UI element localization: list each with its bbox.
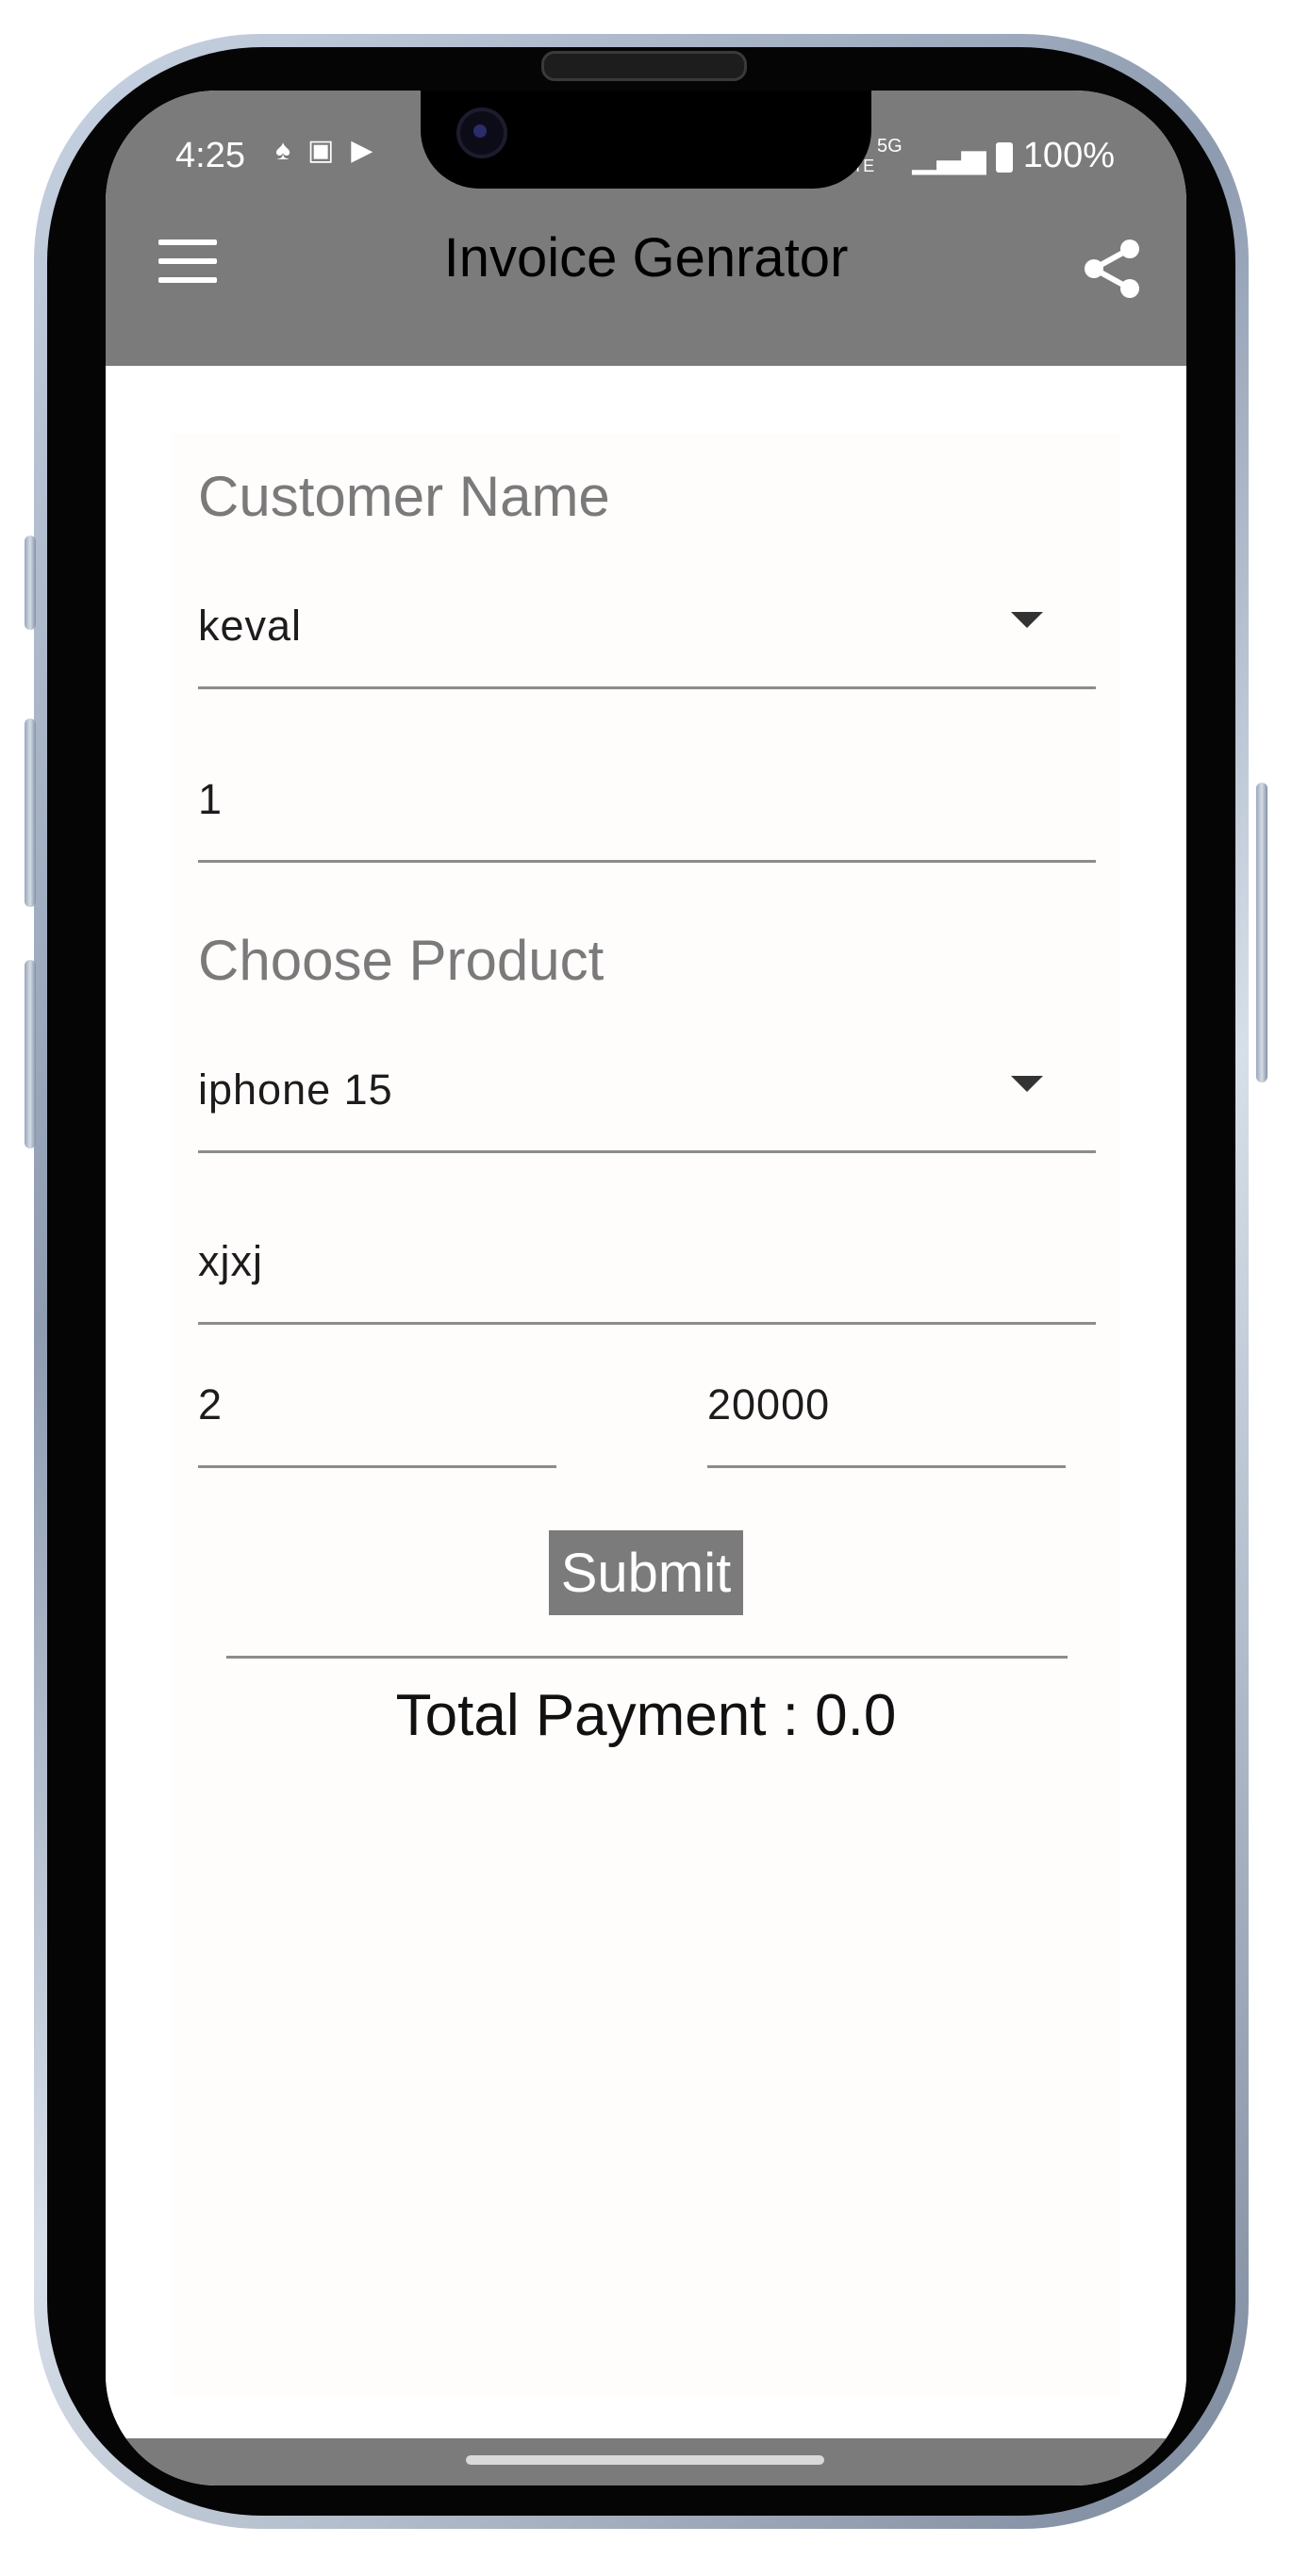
product-value: iphone 15 [198,1065,393,1114]
quantity-value: 2 [198,1380,224,1428]
volume-down-button [25,960,36,1148]
page-title: Invoice Genrator [443,227,849,289]
customer-name-label: Customer Name [198,465,610,528]
product-dropdown[interactable]: iphone 15 [198,1020,1096,1153]
customer-name-dropdown[interactable]: keval [198,556,1096,689]
divider [226,1656,1068,1659]
navigation-bar [106,2438,1186,2485]
battery-icon [996,141,1014,173]
price-value: 20000 [707,1380,831,1428]
customer-name-value: keval [198,602,303,650]
invoice-number-field[interactable]: 1 [198,734,1096,863]
battery-percent: 100% [1022,136,1115,175]
quantity-field[interactable]: 2 [198,1343,556,1468]
description-field[interactable]: xjxj [198,1196,1096,1325]
share-icon[interactable] [1079,236,1145,302]
total-payment-text: Total Payment : 0.0 [395,1683,897,1748]
youtube-icon: ▶ [351,135,390,166]
signal-label: 5G [876,136,903,157]
power-button [1256,783,1267,1082]
mute-switch [25,536,36,630]
price-field[interactable]: 20000 [707,1343,1066,1468]
signal-icon: ▁▃▅ [912,139,986,174]
front-camera [456,107,507,158]
gallery-icon: ▣ [306,135,352,166]
home-indicator[interactable] [466,2455,824,2465]
status-right-icons: Vo LTE 5G ▁▃▅ 100% [844,136,1115,176]
description-value: xjxj [198,1237,263,1285]
volume-up-button [25,718,36,907]
chevron-down-icon [1011,1076,1043,1092]
snapchat-icon: ♠ [275,135,307,166]
earpiece-speaker [541,51,747,81]
invoice-number-value: 1 [198,775,224,823]
chevron-down-icon [1011,612,1043,628]
notification-icons: ♠▣▶ [275,134,389,167]
submit-button[interactable]: Submit [549,1530,743,1615]
status-time: 4:25 [175,136,245,175]
choose-product-label: Choose Product [198,929,605,992]
